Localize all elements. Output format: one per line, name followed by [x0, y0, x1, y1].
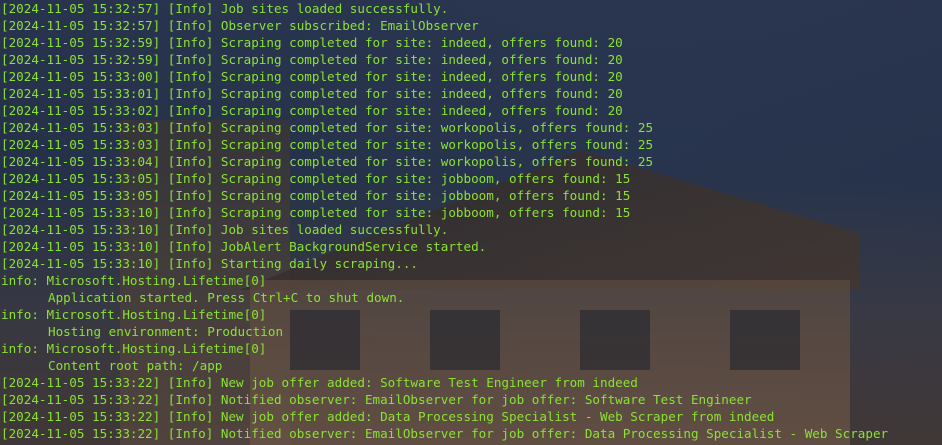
- log-line: [2024-11-05 15:32:59] [Info] Scraping co…: [1, 52, 623, 67]
- log-line: [2024-11-05 15:33:05] [Info] Scraping co…: [1, 171, 631, 186]
- log-line: [2024-11-05 15:33:10] [Info] Scraping co…: [1, 205, 631, 220]
- log-line: [2024-11-05 15:33:22] [Info] Notified ob…: [1, 392, 752, 407]
- log-line: [2024-11-05 15:32:57] [Info] Observer su…: [1, 18, 479, 33]
- log-line: [2024-11-05 15:33:10] [Info] JobAlert Ba…: [1, 239, 487, 254]
- log-line: [2024-11-05 15:33:03] [Info] Scraping co…: [1, 137, 654, 152]
- log-line: info: Microsoft.Hosting.Lifetime[0]: [1, 307, 267, 322]
- log-line: [2024-11-05 15:33:02] [Info] Scraping co…: [1, 103, 623, 118]
- log-line: [2024-11-05 15:33:22] [Info] New job off…: [1, 409, 775, 424]
- terminal-window[interactable]: [2024-11-05 15:32:57] [Info] Job sites l…: [0, 0, 942, 445]
- log-line: Hosting environment: Production: [48, 324, 284, 339]
- log-line: info: Microsoft.Hosting.Lifetime[0]: [1, 341, 267, 356]
- log-line: [2024-11-05 15:32:59] [Info] Scraping co…: [1, 35, 623, 50]
- log-line: [2024-11-05 15:33:03] [Info] Scraping co…: [1, 120, 654, 135]
- log-line: [2024-11-05 15:33:05] [Info] Scraping co…: [1, 188, 631, 203]
- log-line: [2024-11-05 15:33:00] [Info] Scraping co…: [1, 69, 623, 84]
- log-line: [2024-11-05 15:33:22] [Info] New job off…: [1, 375, 638, 390]
- log-line: [2024-11-05 15:33:10] [Info] Starting da…: [1, 256, 419, 271]
- log-line: Application started. Press Ctrl+C to shu…: [48, 290, 405, 305]
- log-line: [2024-11-05 15:33:01] [Info] Scraping co…: [1, 86, 623, 101]
- log-line: info: Microsoft.Hosting.Lifetime[0]: [1, 273, 267, 288]
- log-line: [2024-11-05 15:33:10] [Info] Job sites l…: [1, 222, 449, 237]
- log-line: [2024-11-05 15:33:04] [Info] Scraping co…: [1, 154, 654, 169]
- terminal-output[interactable]: [2024-11-05 15:32:57] [Info] Job sites l…: [0, 0, 942, 445]
- log-line: Content root path: /app: [48, 358, 223, 373]
- log-line: [2024-11-05 15:33:22] [Info] Notified ob…: [1, 426, 889, 441]
- log-line: [2024-11-05 15:32:57] [Info] Job sites l…: [1, 1, 449, 16]
